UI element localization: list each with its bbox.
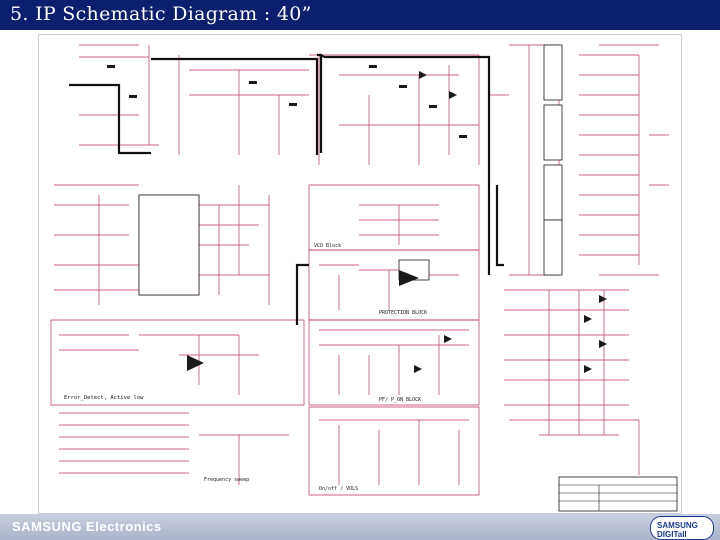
error-detect-label: Error_Detect, Active low [64,395,144,401]
schematic-drawing: VCO Block PROTECTION BLOCK Error_Detect,… [50,44,678,512]
footer-bar: SAMSUNG Electronics SAMSUNG DIGITall [0,514,720,540]
vco-block-label: VCO Block [314,243,341,249]
onoff-block-label: On/off / VOLS [319,486,358,492]
samsung-digitall-logo: SAMSUNG DIGITall [650,516,714,540]
frequency-sweep-label: Frequency sweep [204,477,249,483]
footer-brand: SAMSUNG Electronics [12,519,162,534]
slide-title: 5. IP Schematic Diagram : 40” [10,3,312,25]
pf-block-label: PF/ P_ON BLOCK [379,397,421,403]
protection-block-label: PROTECTION BLOCK [379,310,427,316]
logo-text: SAMSUNG DIGITall [657,521,698,539]
schematic-sheet: VCO Block PROTECTION BLOCK Error_Detect,… [38,34,682,514]
title-bar: 5. IP Schematic Diagram : 40” [0,0,720,30]
